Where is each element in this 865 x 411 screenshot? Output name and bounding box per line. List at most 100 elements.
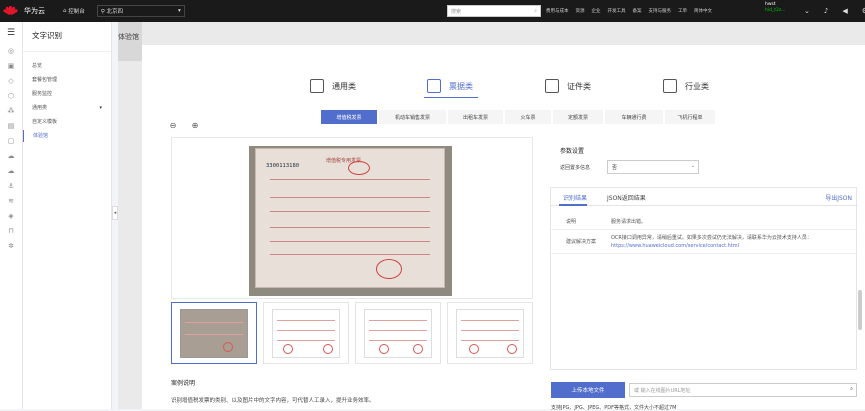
- result-panel: 识别结果 JSON返回结果 导出JSON 说明 服务请求出错。 建议解决方案 O…: [550, 187, 858, 370]
- return-info-select[interactable]: 否 ⌄: [607, 160, 699, 174]
- thumbnail-item[interactable]: [447, 302, 533, 364]
- cluster-icon[interactable]: ⁂: [0, 104, 22, 119]
- page-tab[interactable]: 体验馆: [118, 22, 142, 61]
- invoice-stamp: [348, 161, 370, 175]
- anchor-icon[interactable]: ⚓: [0, 179, 22, 194]
- container-icon[interactable]: ⬡: [0, 89, 22, 104]
- result-key: 说明: [566, 219, 577, 225]
- cloud-sync-icon[interactable]: ☁: [0, 164, 22, 179]
- user-account[interactable]: hwst hid_t2z...: [765, 2, 786, 14]
- subtab-train-ticket[interactable]: 火车票: [505, 110, 551, 124]
- monitor-icon[interactable]: ▢: [0, 134, 22, 149]
- cloud-service-icon[interactable]: ◎: [0, 44, 22, 59]
- top-link-tickets[interactable]: 工单: [678, 8, 687, 14]
- layers-icon[interactable]: ≋: [0, 194, 22, 209]
- tab-general[interactable]: 通用类: [310, 74, 356, 98]
- top-link-language[interactable]: 简体中文: [694, 8, 712, 14]
- sidebar-item-custom-template[interactable]: 自定义模板: [23, 116, 111, 128]
- tab-receipts[interactable]: 票据类: [427, 74, 473, 98]
- thumbnail-item[interactable]: [263, 302, 349, 364]
- sidebar-item-packages[interactable]: 套餐包管理: [23, 74, 111, 86]
- active-tab-indicator: [559, 204, 587, 206]
- top-links: 费用与成本 资源 企业 开发工具 备案 支持与服务 工单 简体中文: [546, 0, 719, 22]
- service-icon-bar: ☰ ◎ ▣ ◇ ⬡ ⁂ ▤ ▢ ☁ ☁ ⚓ ≋ ◈ ⊓ ✲: [0, 22, 23, 409]
- speaker-icon[interactable]: ◀: [842, 7, 847, 15]
- chevron-down-icon[interactable]: ⌄: [804, 7, 810, 15]
- tab-label: 证件类: [567, 81, 591, 91]
- sidebar-item-label: 通用类: [32, 105, 48, 111]
- sidebar-item-general[interactable]: 通用类 ▾: [23, 102, 111, 114]
- chart-icon: [663, 79, 677, 93]
- region-selector[interactable]: ⚲ 北京四 ▾: [96, 5, 185, 17]
- top-link-billing[interactable]: 费用与成本: [546, 8, 569, 14]
- subtab-vehicle-sales-invoice[interactable]: 机动车销售发票: [379, 110, 446, 124]
- global-search-input[interactable]: 搜索 ⌕: [447, 5, 541, 17]
- cloud-icon[interactable]: ☁: [0, 149, 22, 164]
- sidebar-item-overview[interactable]: 总览: [23, 60, 111, 72]
- top-link-support[interactable]: 支持与服务: [649, 8, 672, 14]
- result-row: 建议解决方案 OCR接口调用异常，请稍后重试。如果多次尝试仍无法解决，请联系华为…: [551, 230, 858, 254]
- tab-label: 通用类: [332, 81, 356, 91]
- huawei-logo[interactable]: 华为云: [0, 0, 55, 22]
- invoice-paper: 增值税专用发票 3300113180: [255, 148, 445, 288]
- receipt-subtabs: 增值税发票 机动车销售发票 出租车发票 火车票 定额发票 车辆通行费 飞机行程单: [321, 110, 717, 124]
- sidebar-item-monitoring[interactable]: 服务监控: [23, 88, 111, 100]
- thumbnail-item[interactable]: [355, 302, 441, 364]
- subtab-quota-invoice[interactable]: 定额发票: [553, 110, 603, 124]
- tab-json-result[interactable]: JSON返回结果: [607, 193, 646, 202]
- hamburger-menu-icon[interactable]: ☰: [0, 22, 22, 44]
- top-icons: ⌄ ♪ ◀ ⚙: [790, 0, 865, 22]
- result-row: 说明 服务请求出错。: [551, 214, 858, 230]
- service-sidebar: 文字识别 总览 套餐包管理 服务监控 通用类 ▾ 自定义模板 体验馆: [23, 22, 112, 409]
- search-icon[interactable]: ⌕: [534, 8, 537, 14]
- subtab-toll-invoice[interactable]: 车辆通行费: [605, 110, 663, 124]
- microphone-icon[interactable]: ♪: [824, 7, 828, 15]
- invoice-number: 3300113180: [266, 163, 300, 169]
- brand-name: 华为云: [24, 7, 45, 15]
- zoom-out-icon[interactable]: ⊖: [166, 121, 180, 133]
- gear-icon[interactable]: ✲: [0, 239, 22, 254]
- console-link[interactable]: ⌂ 控制台: [63, 7, 85, 15]
- console-label: 控制台: [68, 9, 85, 15]
- thumbnail-item[interactable]: [171, 302, 257, 364]
- result-key: 建议解决方案: [566, 239, 597, 245]
- image-url-input[interactable]: 或 输入在线图片URL地址 ⌕: [629, 383, 857, 397]
- scrollbar[interactable]: [858, 290, 862, 330]
- supported-formats: 支持JPG、JPG、JPEG、PDF等格式，文件大小不超过7M: [551, 405, 677, 411]
- subtab-taxi-invoice[interactable]: 出租车发票: [448, 110, 503, 124]
- storage-icon[interactable]: ▤: [0, 119, 22, 134]
- database-icon[interactable]: ▣: [0, 59, 22, 74]
- zoom-in-icon[interactable]: ⊕: [188, 121, 202, 133]
- contact-link[interactable]: https://www.huaweicloud.com/service/cont…: [611, 243, 739, 249]
- network-icon[interactable]: ◇: [0, 74, 22, 89]
- tab-certificates[interactable]: 证件类: [545, 74, 591, 98]
- select-value: 否: [612, 165, 618, 171]
- chevron-down-icon: ⌄: [690, 163, 695, 169]
- region-label: 北京四: [106, 9, 124, 15]
- shield-icon[interactable]: ◈: [0, 209, 22, 224]
- caret-down-icon: ▾: [99, 105, 102, 111]
- result-value-text: OCR接口调用异常，请稍后重试。如果多次尝试仍无法解决，请联系华为云技术支持人员…: [611, 235, 812, 241]
- top-link-enterprise[interactable]: 企业: [592, 8, 601, 14]
- result-value: OCR接口调用异常，请稍后重试。如果多次尝试仍无法解决，请联系华为云技术支持人员…: [611, 234, 851, 250]
- top-link-resources[interactable]: 资源: [576, 8, 585, 14]
- tab-recognition-result[interactable]: 识别结果: [563, 193, 587, 202]
- sidebar-item-experience[interactable]: 体验馆: [23, 130, 111, 142]
- huawei-logo-icon: [2, 6, 19, 16]
- case-description: 识别增值税发票的类别、以及图片中的文字内容，可代替人工录入，提升业务效率。: [171, 398, 375, 404]
- sidebar-item-label: 体验馆: [33, 133, 49, 139]
- tab-industry[interactable]: 行业类: [663, 74, 709, 98]
- top-link-devtools[interactable]: 开发工具: [608, 8, 626, 14]
- url-placeholder: 或 输入在线图片URL地址: [634, 388, 691, 394]
- top-link-icp[interactable]: 备案: [633, 8, 642, 14]
- upload-local-file-button[interactable]: 上传本地文件: [551, 382, 625, 398]
- export-json-button[interactable]: 导出JSON: [825, 193, 852, 202]
- tab-label: 行业类: [685, 81, 709, 91]
- subtab-vat-invoice[interactable]: 增值税发票: [321, 110, 377, 124]
- search-icon[interactable]: ⌕: [850, 386, 853, 392]
- lock-icon[interactable]: ⊓: [0, 224, 22, 239]
- tab-label: 票据类: [449, 81, 473, 91]
- sidebar-item-label: 总览: [32, 63, 43, 69]
- subtab-flight-itinerary[interactable]: 飞机行程单: [665, 110, 715, 124]
- active-tab-indicator: [424, 97, 478, 98]
